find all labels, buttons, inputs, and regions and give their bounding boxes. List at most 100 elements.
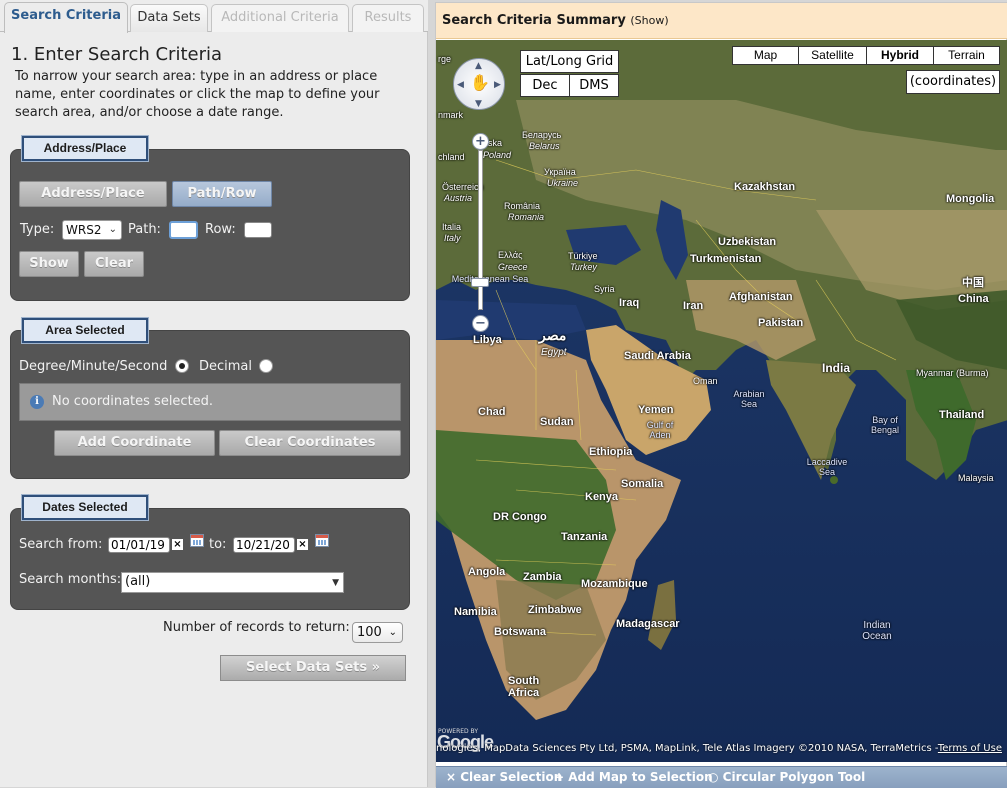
map-type-satellite[interactable]: Satellite <box>798 46 867 65</box>
path-label: Path: <box>128 222 161 237</box>
decimal-label: Decimal <box>199 359 253 374</box>
clear-from-date-icon[interactable]: × <box>172 539 183 550</box>
zoom-out-icon[interactable]: − <box>472 315 489 332</box>
map-label: Botswana <box>494 626 546 638</box>
chevron-down-icon: ⌄ <box>388 627 397 638</box>
map-label: Беларусь <box>522 130 562 140</box>
map-label: 中国 <box>962 277 984 289</box>
map-label: Zimbabwe <box>528 604 582 616</box>
add-coordinate-button[interactable]: Add Coordinate <box>54 430 215 456</box>
zoom-slider-thumb[interactable] <box>471 278 489 287</box>
grid-dec-button[interactable]: Dec <box>520 74 570 97</box>
terms-of-use-link[interactable]: Terms of Use <box>938 743 1002 754</box>
map-label: مصر <box>539 327 567 343</box>
tab-additional-criteria: Additional Criteria <box>211 4 349 32</box>
map-label: Ελλάς <box>498 250 523 260</box>
add-map-to-selection-button[interactable]: + Add Map to Selection <box>554 770 713 784</box>
map-label: Arabian Sea <box>733 389 765 409</box>
grid-dms-button[interactable]: DMS <box>569 74 619 97</box>
map-toolbar: × Clear Selection + Add Map to Selection… <box>436 766 1007 788</box>
clear-coordinates-button[interactable]: Clear Coordinates <box>219 430 401 456</box>
summary-show-link[interactable]: (Show) <box>630 14 668 27</box>
pan-control[interactable]: ✋ ▲ ▼ ◀ ▶ <box>453 58 505 110</box>
clear-selection-button[interactable]: × Clear Selection <box>446 770 562 784</box>
map-label: România <box>504 201 541 211</box>
message-text: No coordinates selected. <box>52 394 214 409</box>
map-label: Afghanistan <box>729 291 793 303</box>
path-input[interactable] <box>169 221 198 239</box>
map-label: Egypt <box>541 347 567 358</box>
dms-radio[interactable] <box>175 359 189 373</box>
pan-down-icon[interactable]: ▼ <box>475 99 482 109</box>
map-label: Mozambique <box>581 578 648 590</box>
type-label: Type: <box>20 222 55 237</box>
map-label: Syria <box>594 284 615 294</box>
map-label: Thailand <box>939 409 985 421</box>
tab-data-sets[interactable]: Data Sets <box>130 4 208 32</box>
address-place-button[interactable]: Address/Place <box>19 181 167 207</box>
tab-search-criteria[interactable]: Search Criteria <box>4 2 128 33</box>
row-input[interactable] <box>244 222 272 238</box>
coordinates-message: i No coordinates selected. <box>19 383 401 421</box>
circular-polygon-tool-button[interactable]: ○ Circular Polygon Tool <box>708 770 865 784</box>
calendar-icon[interactable] <box>190 534 204 547</box>
area-selected-panel: Degree/Minute/Second Decimal i No coordi… <box>10 330 410 479</box>
map-label: Yemen <box>638 404 674 416</box>
map-label: Saudi Arabia <box>624 350 691 362</box>
map-label: Sudan <box>540 416 574 428</box>
map-label: Laccadive Sea <box>806 457 848 477</box>
map-label: South Africa <box>508 675 540 699</box>
map-label: Türkiye <box>568 251 598 261</box>
map-label: Zambia <box>523 571 562 583</box>
map-label: Chad <box>478 406 506 418</box>
from-date-input[interactable]: 01/01/19 <box>108 537 170 553</box>
map-view[interactable]: Kazakhstan Mongolia Uzbekistan Turkmenis… <box>436 40 1007 762</box>
row-label: Row: <box>205 222 236 237</box>
map-type-map[interactable]: Map <box>732 46 799 65</box>
to-date-input[interactable]: 10/21/20 <box>233 537 295 553</box>
pan-right-icon[interactable]: ▶ <box>494 80 501 90</box>
lat-long-grid-button[interactable]: Lat/Long Grid <box>520 50 619 73</box>
clear-to-date-icon[interactable]: × <box>297 539 308 550</box>
clear-button[interactable]: Clear <box>84 251 144 277</box>
map-label: Greece <box>498 262 528 272</box>
search-panel: Search Criteria Data Sets Additional Cri… <box>0 0 428 787</box>
path-row-button[interactable]: Path/Row <box>172 181 272 207</box>
map-label: Turkmenistan <box>690 253 762 265</box>
map-label: Romania <box>508 212 545 222</box>
map-label: Ethiopia <box>589 446 633 458</box>
coordinates-display: (coordinates) <box>906 70 1000 94</box>
search-months-select[interactable]: (all) ▼ <box>121 572 344 593</box>
map-label: India <box>822 361 851 375</box>
dms-label: Degree/Minute/Second <box>19 359 168 374</box>
map-type-terrain[interactable]: Terrain <box>933 46 1000 65</box>
calendar-icon[interactable] <box>315 534 329 547</box>
pan-left-icon[interactable]: ◀ <box>457 80 464 90</box>
map-label: Uzbekistan <box>718 236 777 248</box>
decimal-radio[interactable] <box>259 359 273 373</box>
type-select[interactable]: WRS2 ⌄ <box>62 220 122 240</box>
zoom-in-icon[interactable]: + <box>472 133 489 150</box>
map-label: rge <box>438 54 452 64</box>
intro-text: To narrow your search area: type in an a… <box>15 69 380 120</box>
tab-bar: Search Criteria Data Sets Additional Cri… <box>0 0 428 33</box>
show-button[interactable]: Show <box>19 251 79 277</box>
records-label: Number of records to return: <box>163 620 350 635</box>
dates-selected-panel: Search from: 01/01/19 × to: 10/21/20 × S… <box>10 508 410 610</box>
search-from-label: Search from: <box>19 537 103 552</box>
map-label: Angola <box>468 566 506 578</box>
info-icon: i <box>30 395 44 409</box>
map-label: Poland <box>483 150 512 160</box>
plus-icon: + <box>554 770 565 784</box>
map-label: Kenya <box>585 491 619 503</box>
map-label: nmark <box>438 110 464 120</box>
map-type-hybrid[interactable]: Hybrid <box>866 46 934 65</box>
pan-up-icon[interactable]: ▲ <box>475 61 482 71</box>
satellite-imagery <box>436 40 1007 762</box>
hand-icon: ✋ <box>470 73 490 92</box>
records-select[interactable]: 100 ⌄ <box>352 622 403 643</box>
select-data-sets-button[interactable]: Select Data Sets » <box>220 655 406 681</box>
close-icon: × <box>446 770 457 784</box>
map-label: China <box>958 293 989 305</box>
to-label: to: <box>209 537 227 552</box>
